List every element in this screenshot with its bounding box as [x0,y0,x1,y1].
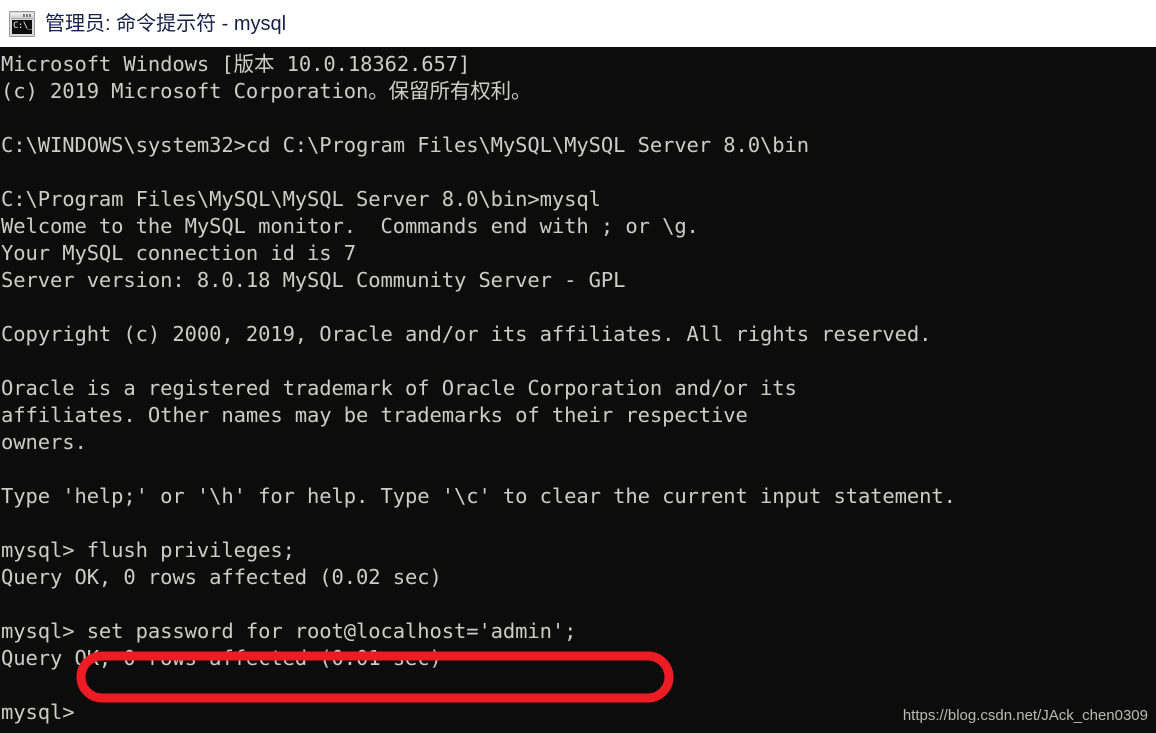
command-prompt-window: C:\_ 管理员: 命令提示符 - mysql Microsoft Window… [0,0,1156,733]
title-bar[interactable]: C:\_ 管理员: 命令提示符 - mysql [0,0,1156,47]
cmd-icon-buttons [23,13,32,17]
cmd-icon-prompt-glyph: C:\_ [12,19,32,34]
window-title: 管理员: 命令提示符 - mysql [45,12,287,35]
console-output-area[interactable]: Microsoft Windows [版本 10.0.18362.657] (c… [0,47,1156,733]
cmd-icon: C:\_ [9,10,35,37]
watermark-url: https://blog.csdn.net/JAck_chen0309 [902,707,1148,724]
console-text: Microsoft Windows [版本 10.0.18362.657] (c… [1,52,956,724]
